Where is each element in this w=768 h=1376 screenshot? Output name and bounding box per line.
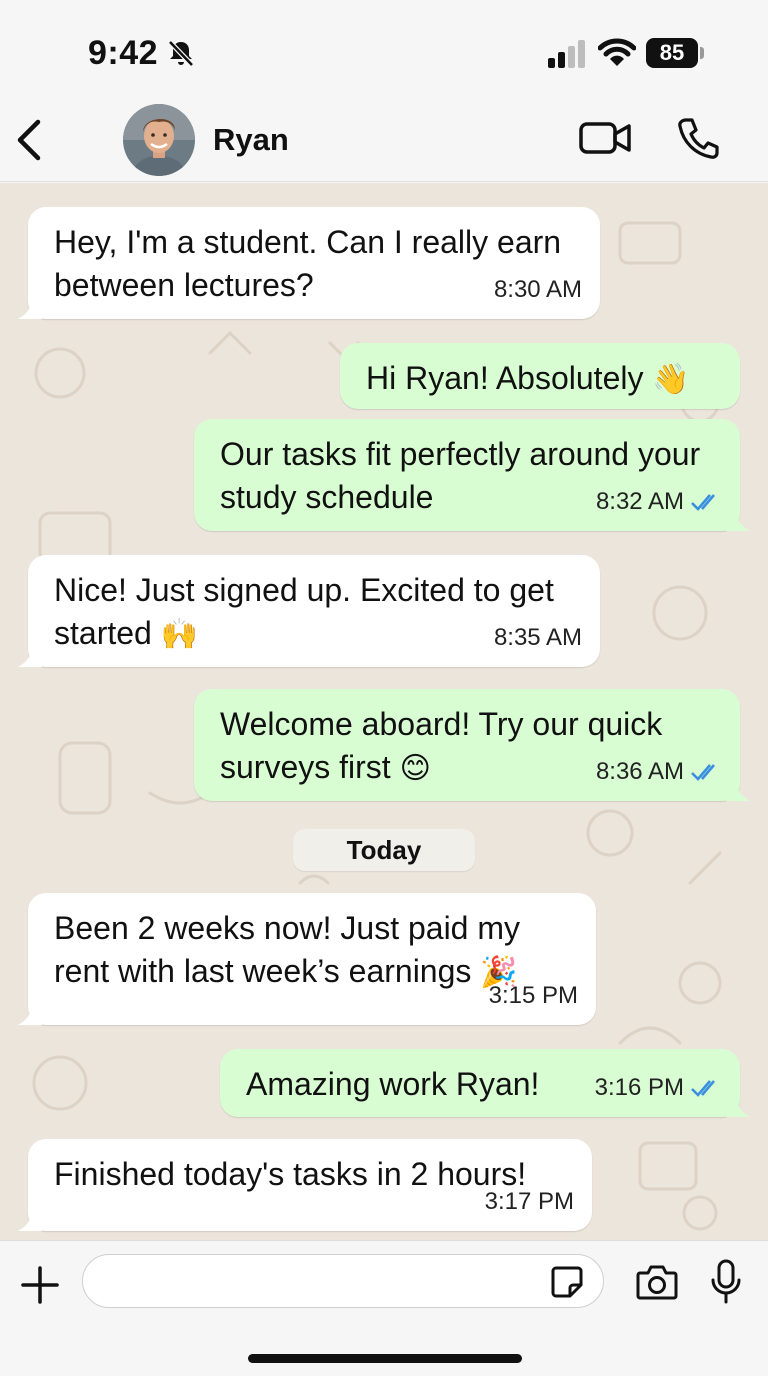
message-incoming[interactable]: Nice! Just signed up. Excited to get sta… — [18, 555, 600, 667]
smiling-face-emoji: 😊 — [399, 751, 431, 786]
read-ticks-icon — [691, 1079, 715, 1097]
composer-bar — [0, 1240, 768, 1376]
bubble-tail — [726, 511, 750, 531]
message-meta: 8:35 AM — [494, 616, 582, 659]
phone-icon[interactable] — [676, 116, 720, 160]
message-outgoing[interactable]: Our tasks fit perfectly around your stud… — [194, 419, 750, 531]
bell-off-icon — [168, 40, 194, 67]
message-outgoing[interactable]: Amazing work Ryan! 3:16 PM — [220, 1049, 750, 1117]
chat-header: Ryan — [0, 100, 768, 182]
bubble-tail — [18, 1211, 42, 1231]
message-meta: 3:17 PM — [485, 1180, 574, 1223]
message-time: 8:32 AM — [595, 488, 684, 515]
message-incoming[interactable]: Hey, I'm a student. Can I really earn be… — [18, 207, 600, 319]
home-indicator[interactable] — [248, 1354, 522, 1363]
message-incoming[interactable]: Finished today's tasks in 2 hours! 3:17 … — [18, 1139, 592, 1231]
bubble-tail — [18, 299, 42, 319]
message-time: 8:35 AM — [493, 624, 582, 651]
bubble-tail — [726, 1097, 750, 1117]
message-meta: 8:32 AM — [596, 480, 722, 523]
message-time: 3:17 PM — [484, 1188, 574, 1215]
video-call-icon[interactable] — [578, 118, 632, 158]
bubble-tail — [726, 781, 750, 801]
bubble-tail — [18, 1005, 42, 1025]
message-time: 8:36 AM — [595, 758, 684, 785]
battery-tip — [700, 47, 704, 59]
signal-icon — [548, 40, 585, 68]
sticker-icon[interactable] — [550, 1265, 584, 1299]
date-divider: Today — [293, 829, 475, 871]
message-outgoing[interactable]: Hi Ryan! Absolutely 👋 — [340, 343, 740, 409]
message-incoming[interactable]: Been 2 weeks now! Just paid my rent with… — [18, 893, 596, 1025]
message-time: 3:16 PM — [594, 1074, 684, 1101]
message-text-body: Nice! Just signed up. Excited to get sta… — [54, 572, 554, 651]
message-meta: 8:36 AM — [596, 750, 722, 793]
wifi-icon — [598, 38, 636, 66]
bubble-tail — [18, 647, 42, 667]
raising-hands-emoji: 🙌 — [160, 617, 199, 652]
message-text-body: Hi Ryan! Absolutely — [366, 360, 644, 396]
waving-hand-emoji: 👋 — [652, 362, 690, 397]
message-time: 3:15 PM — [488, 982, 578, 1009]
message-meta: 8:30 AM — [494, 268, 582, 311]
avatar[interactable] — [123, 104, 195, 176]
status-bar: 9:42 85 — [0, 0, 768, 100]
avatar-image — [123, 104, 195, 176]
camera-icon[interactable] — [636, 1263, 678, 1301]
plus-icon[interactable] — [20, 1265, 60, 1305]
message-text-body: Been 2 weeks now! Just paid my rent with… — [54, 910, 521, 989]
mic-icon[interactable] — [708, 1259, 744, 1305]
message-meta: 3:16 PM — [595, 1066, 722, 1109]
contact-name[interactable]: Ryan — [213, 122, 289, 158]
battery-level: 85 — [646, 38, 698, 68]
message-meta: 3:15 PM — [489, 974, 578, 1017]
read-ticks-icon — [691, 493, 715, 511]
message-time: 8:30 AM — [493, 276, 582, 303]
message-text: Hi Ryan! Absolutely 👋 — [366, 357, 720, 401]
chat-area[interactable]: Hey, I'm a student. Can I really earn be… — [0, 183, 768, 1240]
chevron-left-icon[interactable] — [14, 118, 44, 162]
message-outgoing[interactable]: Welcome aboard! Try our quick surveys fi… — [194, 689, 750, 801]
message-input[interactable] — [82, 1254, 604, 1308]
status-time: 9:42 — [88, 34, 159, 72]
read-ticks-icon — [691, 763, 715, 781]
